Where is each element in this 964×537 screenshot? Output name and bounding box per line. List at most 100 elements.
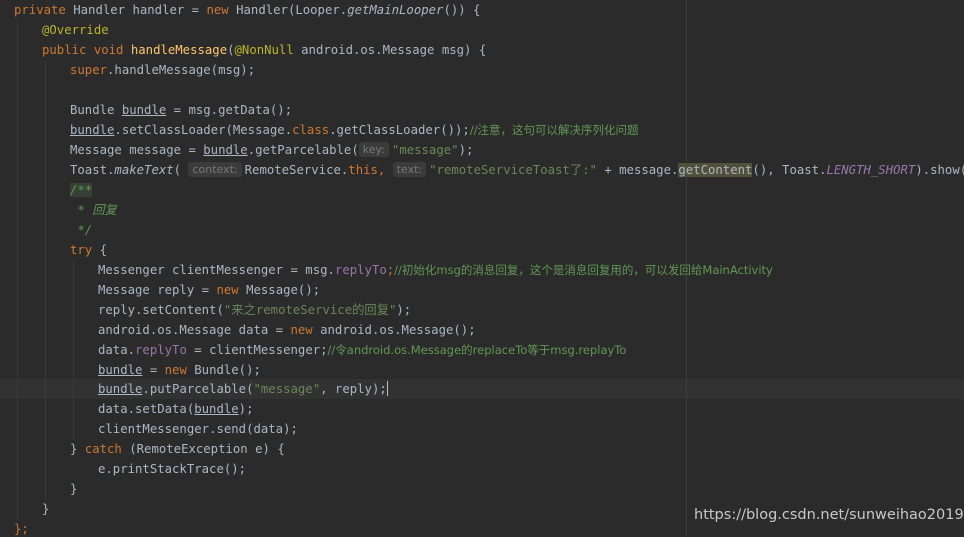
- line-comment: //注意，这句可以解决序列化问题: [469, 123, 639, 137]
- code-line[interactable]: super.handleMessage(msg);: [70, 60, 255, 80]
- code-text: .getParcelable(: [247, 143, 359, 157]
- code-line[interactable]: bundle.setClassLoader(Message.class.getC…: [70, 120, 639, 140]
- code-text: reply.setContent(: [98, 303, 224, 317]
- code-text: data.: [98, 343, 136, 357]
- annotation: @NonNull: [234, 43, 294, 57]
- code-text: }: [70, 482, 78, 496]
- doc-comment: /**: [70, 183, 93, 197]
- annotation: @Override: [42, 23, 109, 37]
- code-text: + message.: [596, 163, 679, 177]
- code-line[interactable]: Toast.makeText( context: RemoteService.th…: [70, 160, 964, 180]
- code-line[interactable]: data.replyTo = clientMessenger;//令androi…: [98, 340, 626, 360]
- code-text: RemoteService.: [244, 163, 349, 177]
- code-line[interactable]: Message reply = new Message();: [98, 280, 320, 300]
- code-line[interactable]: try {: [70, 240, 107, 260]
- watermark-url: https://blog.csdn.net/sunweihao2019: [694, 507, 964, 523]
- string-literal: "remoteServiceToast了:": [429, 163, 597, 177]
- string-literal: "message": [253, 382, 321, 396]
- string-literal: "来之remoteService的回复": [223, 303, 397, 317]
- code-text: android.os.Message();: [312, 323, 476, 337]
- code-text: {: [92, 243, 108, 257]
- code-text: Bundle();: [186, 363, 261, 377]
- code-line[interactable]: bundle = new Bundle();: [98, 360, 261, 380]
- code-text: .putParcelable(: [142, 382, 254, 396]
- code-text: Message();: [238, 283, 321, 297]
- code-line[interactable]: @Override: [42, 20, 109, 40]
- code-text: Message message =: [70, 143, 204, 157]
- static-method: makeText: [114, 163, 174, 177]
- code-text: data.setData(: [98, 402, 195, 416]
- code-text: Toast.: [70, 163, 115, 177]
- keyword: class: [292, 123, 330, 137]
- code-text: = clientMessenger;: [186, 343, 328, 357]
- code-text: .handleMessage(msg);: [107, 63, 256, 77]
- code-text: android.os.Message data =: [98, 323, 291, 337]
- code-text: (RemoteException e) {: [121, 442, 285, 456]
- doc-comment: */: [70, 223, 93, 237]
- method-highlight: getContent: [678, 163, 753, 177]
- code-line[interactable]: data.setData(bundle);: [98, 399, 253, 419]
- code-line[interactable]: Bundle bundle = msg.getData();: [70, 100, 292, 120]
- keyword: new: [290, 323, 313, 337]
- keyword: catch: [84, 442, 122, 456]
- code-text: Handler handler =: [65, 3, 207, 17]
- code-text: =: [142, 363, 165, 377]
- code-line[interactable]: clientMessenger.send(data);: [98, 419, 298, 439]
- text-caret: [386, 381, 388, 396]
- variable: bundle: [98, 363, 143, 377]
- code-line[interactable]: /**: [70, 180, 93, 200]
- code-line[interactable]: * 回复: [70, 200, 116, 220]
- variable: bundle: [121, 103, 167, 117]
- keyword: new: [206, 3, 229, 17]
- code-text: ).show();: [915, 163, 964, 177]
- variable: bundle: [98, 382, 143, 396]
- code-text: Messenger clientMessenger = msg.: [98, 263, 335, 277]
- code-text: ,: [377, 163, 386, 177]
- code-line[interactable]: bundle.putParcelable("message", reply);: [98, 379, 388, 399]
- code-line[interactable]: }: [42, 499, 49, 519]
- code-editor[interactable]: private Handler handler = new Handler(Lo…: [0, 0, 964, 537]
- code-line[interactable]: e.printStackTrace();: [98, 459, 246, 479]
- code-line[interactable]: reply.setContent("来之remoteService的回复");: [98, 300, 411, 320]
- code-text: clientMessenger.send(data);: [98, 422, 298, 436]
- parameter-hint: key:: [358, 142, 389, 157]
- keyword: new: [164, 363, 187, 377]
- code-line[interactable]: public void handleMessage(@NonNull andro…: [42, 40, 486, 60]
- keyword: this: [348, 163, 378, 177]
- code-text: );: [458, 143, 474, 157]
- keyword: void: [93, 43, 124, 57]
- code-text: = msg.getData();: [166, 103, 293, 117]
- parameter-hint: context:: [188, 162, 242, 177]
- field: replyTo: [135, 343, 187, 357]
- line-comment: //初始化msg的消息回复，这个是消息回复用的，可以发回给MainActivit…: [394, 263, 773, 277]
- line-comment: //令android.os.Message的replaceTo等于msg.rep…: [327, 343, 627, 357]
- code-line[interactable]: Message message = bundle.getParcelable(k…: [70, 140, 473, 160]
- code-line[interactable]: };: [14, 519, 29, 537]
- code-line[interactable]: Messenger clientMessenger = msg.replyTo;…: [98, 260, 773, 280]
- keyword: super: [70, 63, 108, 77]
- indent-guide: [17, 20, 18, 520]
- code-text: (: [227, 43, 235, 57]
- indent-guide: [73, 260, 74, 440]
- field: replyTo: [334, 263, 387, 277]
- code-text: android.os.Message msg) {: [293, 43, 487, 57]
- code-text: Handler(Looper.: [228, 3, 348, 17]
- method-name: handleMessage: [130, 43, 228, 57]
- keyword: try: [70, 243, 93, 257]
- code-text: }: [70, 442, 85, 456]
- code-text: }: [42, 502, 50, 516]
- static-method: getMainLooper: [347, 3, 444, 17]
- code-text: (: [173, 163, 182, 177]
- code-text: .setClassLoader(Message.: [114, 123, 293, 137]
- code-text: Bundle: [70, 103, 122, 117]
- code-line[interactable]: } catch (RemoteException e) {: [70, 439, 285, 459]
- code-line[interactable]: }: [70, 479, 77, 499]
- parameter-hint: text:: [392, 162, 427, 177]
- string-literal: "message": [391, 143, 459, 157]
- code-text: (), Toast.: [752, 163, 827, 177]
- code-text: );: [238, 402, 254, 416]
- indent-guide: [45, 60, 46, 500]
- code-line[interactable]: private Handler handler = new Handler(Lo…: [14, 0, 480, 20]
- code-line[interactable]: */: [70, 220, 92, 240]
- code-line[interactable]: android.os.Message data = new android.os…: [98, 320, 476, 340]
